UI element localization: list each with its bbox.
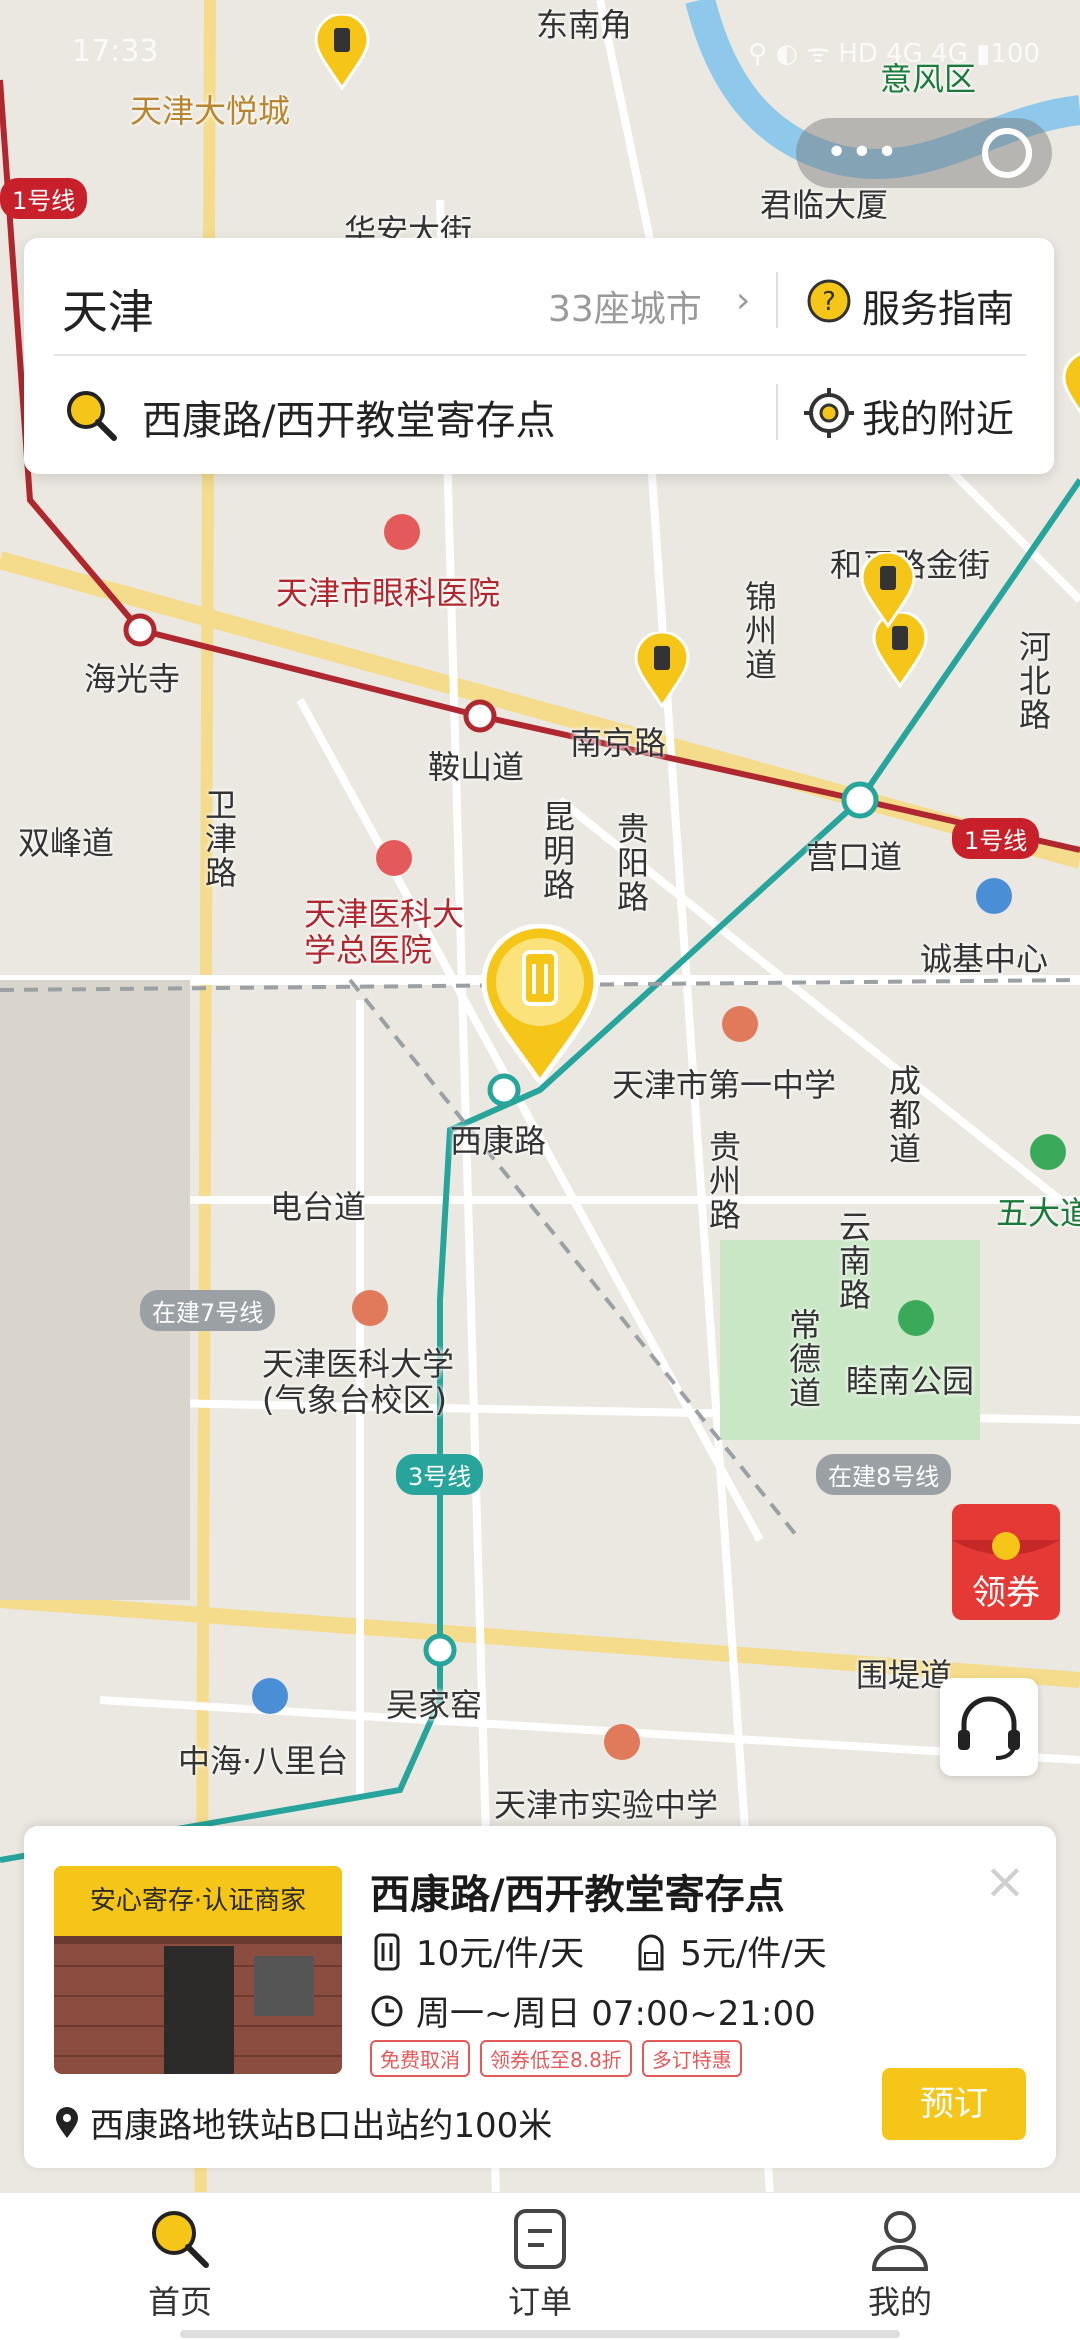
divider [776, 272, 778, 328]
certified-badge: 安心寄存·认证商家 [54, 1866, 342, 1936]
road-label: 贵阳路 [612, 812, 650, 914]
price-large-luggage: 10元/件/天 [416, 1934, 585, 1974]
metro-line-badge: 在建7号线 [140, 1290, 276, 1331]
order-icon [514, 2209, 566, 2269]
poi-label: 天津市第一中学 [612, 1066, 837, 1104]
store-address: 西康路地铁站B口出站约100米 [90, 2106, 553, 2146]
help-icon[interactable]: ? [806, 278, 852, 324]
metro-line-badge: 3号线 [396, 1454, 484, 1495]
poi-label: 诚基中心 [920, 940, 1049, 978]
metro-line-badge: 1号线 [952, 818, 1040, 859]
hours-row: 周一~周日 07:00~21:00 [370, 1986, 816, 2035]
bottom-tab-bar: 首页 订单 我的 [0, 2192, 1080, 2340]
chevron-right-icon: › [736, 280, 751, 321]
tab-label: 订单 [507, 2283, 572, 2321]
tab-profile[interactable]: 我的 [800, 2205, 1000, 2323]
store-card[interactable]: 安心寄存·认证商家 西康路/西开教堂寄存点 × 10元/件/天 5元/件/天 周… [24, 1826, 1056, 2168]
poi-label: 睦南公园 [846, 1362, 975, 1400]
search-icon [152, 2211, 209, 2268]
metro-station-label: 海光寺 [84, 660, 181, 698]
close-miniprogram-icon[interactable] [982, 128, 1032, 178]
coupon-icon[interactable]: 领券 [946, 1500, 1072, 1624]
poi-label: 天津医科大学(气象台校区) [262, 1345, 455, 1419]
search-icon [67, 391, 117, 441]
locate-icon[interactable] [804, 388, 854, 438]
more-icon[interactable]: ••• [826, 132, 902, 173]
coupon-label: 领券 [972, 1573, 1040, 1613]
opening-hours: 周一~周日 07:00~21:00 [416, 1994, 816, 2034]
tab-label: 首页 [147, 2283, 212, 2321]
storage-pin-icon[interactable] [860, 552, 916, 628]
metro-station-label: 吴家窑 [386, 1686, 483, 1724]
divider [776, 384, 778, 440]
road-label: 云南路 [834, 1210, 872, 1312]
status-bar: 17:33 ⚲ ◐ ᯤ HD 4G 4G ▮100 [0, 0, 1080, 100]
city-count-link[interactable]: 33座城市 [548, 280, 702, 332]
svg-text:?: ? [822, 287, 836, 317]
poi-label: 天津市实验中学 [494, 1786, 719, 1824]
road-label: 成都道 [884, 1064, 922, 1166]
promo-tag: 多订特惠 [641, 2040, 742, 2077]
tab-orders[interactable]: 订单 [440, 2205, 640, 2323]
metro-station-label: 营口道 [806, 838, 903, 876]
storage-pin-icon[interactable] [634, 632, 690, 708]
poi-label: 天津市眼科医院 [276, 574, 501, 612]
promo-tag: 免费取消 [370, 2040, 470, 2077]
metro-station-label: 西康路 [450, 1122, 547, 1160]
address-row: 西康路地铁站B口出站约100米 [54, 2098, 552, 2147]
search-input[interactable]: 西康路/西开教堂寄存点 [142, 388, 555, 446]
road-label: 南京路 [570, 724, 667, 762]
home-indicator [180, 2330, 900, 2338]
selected-storage-pin-icon[interactable] [480, 924, 600, 1084]
headset-icon [958, 1696, 1020, 1760]
metro-line-badge: 1号线 [0, 178, 88, 219]
clock-icon [371, 1995, 403, 2026]
road-label: 锦州道 [740, 580, 778, 682]
customer-service-button[interactable] [940, 1678, 1038, 1776]
promo-tags: 免费取消 领券低至8.8折 多订特惠 [370, 2040, 742, 2077]
road-label: 双峰道 [18, 824, 115, 862]
metro-line-badge: 在建8号线 [816, 1454, 952, 1495]
store-photo: 安心寄存·认证商家 [54, 1866, 342, 2074]
road-label: 昆明路 [538, 800, 576, 902]
storage-pin-icon[interactable] [1062, 352, 1080, 428]
capsule-menu[interactable]: ••• [796, 118, 1052, 188]
nearby-button[interactable]: 我的附近 [862, 388, 1014, 443]
poi-label: 中海·八里台 [178, 1742, 349, 1780]
luggage-icon [374, 1933, 400, 1970]
price-small-bag: 5元/件/天 [680, 1934, 827, 1974]
status-icons: ⚲ ◐ ᯤ HD 4G 4G ▮100 [748, 39, 1040, 69]
book-button[interactable]: 预订 [882, 2068, 1026, 2140]
location-pin-icon [56, 2106, 78, 2138]
store-name: 西康路/西开教堂寄存点 [370, 1872, 785, 1918]
profile-icon [871, 2211, 929, 2271]
tab-label: 我的 [867, 2283, 932, 2321]
poi-label: 五大道 [996, 1194, 1080, 1232]
price-row: 10元/件/天 5元/件/天 [370, 1926, 827, 1975]
promo-tag: 领券低至8.8折 [480, 2040, 632, 2077]
close-icon[interactable]: × [984, 1856, 1026, 1906]
city-selector[interactable]: 天津 [62, 276, 154, 342]
service-guide-button[interactable]: 服务指南 [862, 278, 1014, 333]
road-label: 贵州路 [704, 1130, 742, 1232]
road-label: 围堤道 [856, 1656, 953, 1694]
metro-station-label: 鞍山道 [428, 748, 525, 786]
divider [54, 354, 1026, 356]
poi-label: 天津医科大学总医院 [304, 895, 465, 969]
road-label: 河北路 [1014, 630, 1052, 732]
backpack-icon [638, 1934, 664, 1970]
road-label: 电台道 [270, 1188, 367, 1226]
road-label: 常德道 [784, 1308, 822, 1410]
status-time: 17:33 [72, 34, 159, 69]
search-panel: 天津 33座城市 › ? 服务指南 西康路/西开教堂寄存点 我的附近 [24, 238, 1054, 474]
tab-home[interactable]: 首页 [80, 2205, 280, 2323]
road-label: 卫津路 [200, 788, 238, 890]
